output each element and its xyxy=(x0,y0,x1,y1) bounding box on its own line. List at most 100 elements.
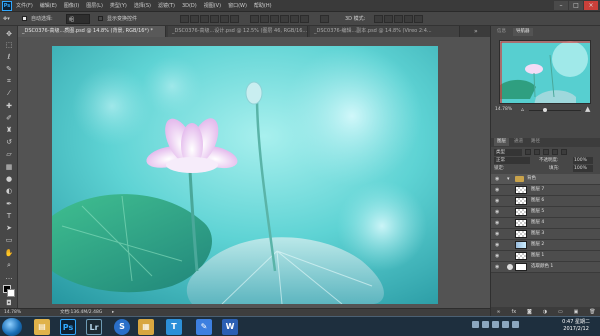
new-group-icon[interactable]: ▭ xyxy=(558,309,563,315)
visibility-eye-icon[interactable]: ◉ xyxy=(495,185,501,195)
healing-icon[interactable]: ✚ xyxy=(3,102,15,111)
taskbar-word-icon[interactable]: W xyxy=(222,319,238,335)
close-icon[interactable]: × xyxy=(584,1,598,10)
start-button[interactable] xyxy=(2,318,22,336)
layer-row[interactable]: ◉ 选取颜色 1 xyxy=(491,262,600,273)
history-brush-icon[interactable]: ↺ xyxy=(3,138,15,147)
navigator-zoom-value[interactable]: 14.78% xyxy=(495,106,512,114)
auto-select-dropdown[interactable]: 组 xyxy=(66,14,90,24)
zoom-slider-thumb[interactable] xyxy=(543,108,547,112)
move-icon[interactable]: ✥ xyxy=(3,30,15,39)
menu-item-view[interactable]: 视图(V) xyxy=(204,0,221,12)
clone-stamp-icon[interactable]: ♜ xyxy=(3,126,15,135)
move-tool-preset-icon[interactable]: ✥▾ xyxy=(3,14,10,24)
blend-mode-dropdown[interactable]: 正常 xyxy=(494,157,530,164)
taskbar-lightroom-icon[interactable]: Lr xyxy=(86,319,102,335)
brush-icon[interactable]: ✐ xyxy=(3,114,15,123)
show-transform-checkbox[interactable] xyxy=(98,14,103,24)
gradient-icon[interactable]: ▦ xyxy=(3,163,15,172)
eyedropper-icon[interactable]: ⁄ xyxy=(3,89,15,98)
menu-item-edit[interactable]: 编辑(E) xyxy=(40,0,57,12)
background-color-swatch[interactable] xyxy=(7,289,15,297)
blur-icon[interactable]: ● xyxy=(3,175,15,184)
dodge-icon[interactable]: ◐ xyxy=(3,187,15,196)
link-layers-icon[interactable]: ∞ xyxy=(496,309,500,315)
lasso-icon[interactable]: ℓ xyxy=(3,53,15,62)
add-mask-icon[interactable]: ◙ xyxy=(527,309,532,315)
fill-input[interactable]: 100% xyxy=(573,165,593,172)
auto-select-checkbox[interactable] xyxy=(22,14,27,24)
tab-channels[interactable]: 通道 xyxy=(511,138,526,146)
tray-flag-icon[interactable] xyxy=(502,321,509,328)
tab-info[interactable]: 信息 xyxy=(494,28,509,36)
taskbar-explorer-icon[interactable]: ▤ xyxy=(34,319,50,335)
visibility-eye-icon[interactable]: ◉ xyxy=(495,262,501,272)
visibility-eye-icon[interactable]: ◉ xyxy=(495,174,501,184)
distribute-buttons[interactable] xyxy=(250,14,310,24)
group-expand-icon[interactable]: ▾ xyxy=(507,174,510,184)
layer-filter-icons[interactable] xyxy=(525,149,568,155)
menu-item-select[interactable]: 选择(S) xyxy=(134,0,151,12)
pen-icon[interactable]: ✒ xyxy=(3,200,15,209)
visibility-eye-icon[interactable]: ◉ xyxy=(495,218,501,228)
zoom-slider[interactable] xyxy=(529,110,581,111)
shape-icon[interactable]: ▭ xyxy=(3,236,15,245)
taskbar-photoshop-icon[interactable]: Ps xyxy=(60,319,76,335)
new-layer-icon[interactable]: ▣ xyxy=(574,309,579,315)
tab-navigator[interactable]: 导航器 xyxy=(513,28,533,36)
more-icon[interactable]: … xyxy=(3,273,15,282)
layer-filter-dropdown[interactable]: 类型 xyxy=(494,149,522,156)
maximize-icon[interactable]: □ xyxy=(569,1,583,10)
crop-icon[interactable]: ⌗ xyxy=(3,77,15,86)
zoom-icon[interactable]: ⌕ xyxy=(3,261,15,270)
menu-item-layer[interactable]: 图层(L) xyxy=(86,0,103,12)
tab-paths[interactable]: 路径 xyxy=(528,138,543,146)
visibility-eye-icon[interactable]: ◉ xyxy=(495,229,501,239)
tab-layers[interactable]: 图层 xyxy=(494,138,509,146)
tray-security-icon[interactable] xyxy=(512,321,519,328)
zoom-out-icon[interactable]: ▵ xyxy=(521,107,524,113)
menu-item-window[interactable]: 窗口(W) xyxy=(228,0,247,12)
taskbar-clock[interactable]: 0:47 星期二 2017/2/12 xyxy=(562,319,590,333)
layer-row[interactable]: ◉ 图层 6 xyxy=(491,196,600,207)
type-icon[interactable]: T xyxy=(3,212,15,221)
path-select-icon[interactable]: ➤ xyxy=(3,224,15,233)
tray-ime-icon[interactable] xyxy=(492,321,499,328)
tab-overflow-icon[interactable]: » xyxy=(474,28,478,35)
tab-document-1[interactable]: _DSC0376-高级...质图.psd @ 14.8% (背景, RGB/16… xyxy=(18,26,166,37)
3d-mode-buttons[interactable] xyxy=(374,14,424,24)
layer-row[interactable]: ◉ 图层 5 xyxy=(491,207,600,218)
delete-layer-icon[interactable]: 🗑 xyxy=(589,309,595,315)
layer-group-row[interactable]: ◉ ▾ 背色 xyxy=(491,174,600,185)
layer-row[interactable]: ◉ 图层 4 xyxy=(491,218,600,229)
taskbar-typora-icon[interactable]: T xyxy=(166,319,182,335)
layer-row[interactable]: ◉ 图层 7 xyxy=(491,185,600,196)
visibility-eye-icon[interactable]: ◉ xyxy=(495,251,501,261)
menu-item-filter[interactable]: 滤镜(T) xyxy=(158,0,175,12)
tab-document-2[interactable]: _DSC0376-高级...设计.psd @ 12.5% (图层 46, RGB… xyxy=(168,26,308,37)
opacity-input[interactable]: 100% xyxy=(573,157,593,164)
visibility-eye-icon[interactable]: ◉ xyxy=(495,240,501,250)
marquee-icon[interactable]: ⬚ xyxy=(3,41,15,50)
navigator-thumbnail[interactable] xyxy=(499,40,591,104)
menu-item-3d[interactable]: 3D(D) xyxy=(182,0,197,12)
visibility-eye-icon[interactable]: ◉ xyxy=(495,207,501,217)
layer-row[interactable]: ◉ 图层 3 xyxy=(491,229,600,240)
auto-align-button[interactable] xyxy=(320,14,330,24)
quick-mask-icon[interactable]: ◘ xyxy=(3,299,15,308)
align-buttons[interactable] xyxy=(180,14,240,24)
taskbar-browser-icon[interactable]: S xyxy=(114,319,130,335)
taskbar-pen-icon[interactable]: ✎ xyxy=(196,319,212,335)
layer-row[interactable]: ◉ 图层 2 xyxy=(491,240,600,251)
minimize-icon[interactable]: – xyxy=(554,1,568,10)
zoom-in-icon[interactable]: ▲ xyxy=(585,106,590,113)
adjustment-icon[interactable]: ◑ xyxy=(543,309,547,315)
tray-network-icon[interactable] xyxy=(472,321,479,328)
menu-item-type[interactable]: 类型(Y) xyxy=(110,0,127,12)
image-canvas[interactable] xyxy=(52,46,438,304)
hand-icon[interactable]: ✋ xyxy=(3,249,15,258)
quick-select-icon[interactable]: ✎ xyxy=(3,65,15,74)
fx-icon[interactable]: fx xyxy=(511,309,516,315)
tab-document-3[interactable]: _DSC0376-编辑...副本.psd @ 14.8% (Vireo 2:4.… xyxy=(310,26,460,37)
taskbar-folder-icon[interactable]: ▦ xyxy=(138,319,154,335)
